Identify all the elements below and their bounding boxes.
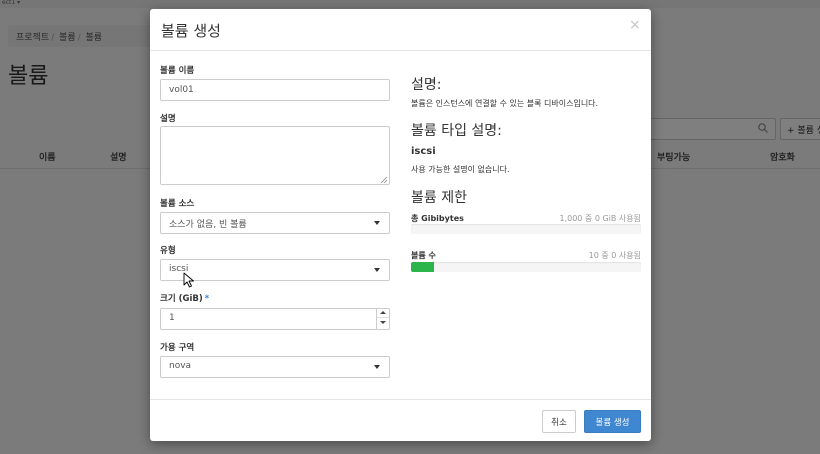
close-icon[interactable]: × [629,17,641,33]
volume-name-label: 볼륨 이름 [160,66,195,76]
availability-zone-value: nova [169,361,192,371]
size-label: 크기 (GiB) * [160,294,210,304]
caret-down-icon [374,221,380,225]
availability-zone-select[interactable]: nova [160,356,390,378]
size-stepper[interactable] [376,308,389,330]
description-heading: 설명: [411,77,442,93]
quota-volumes-label: 볼륨 수 [411,251,436,260]
create-volume-submit-button[interactable]: 볼륨 생성 [584,410,641,433]
dialog-title: 볼륨 생성 [161,22,221,40]
volume-source-value: 소스가 없음, 빈 볼륨 [169,220,247,230]
volume-type-description-text: 사용 가능한 설명이 없습니다. [411,165,510,174]
size-value: 1 [169,313,175,323]
caret-down-icon [374,365,380,369]
increment-icon[interactable] [377,308,389,318]
mouse-pointer-icon [183,272,194,288]
caret-down-icon [374,268,380,272]
volume-limits-heading: 볼륨 제한 [411,190,467,206]
volume-type-description-heading: 볼륨 타입 설명: [411,123,502,139]
quota-gibibytes-usage: 1,000 중 0 GiB 사용됨 [559,214,641,223]
create-volume-dialog: 볼륨 생성 × 볼륨 이름 설명 볼륨 소스 소스가 없음, 빈 볼륨 유형 i… [150,9,651,441]
volume-source-select[interactable]: 소스가 없음, 빈 볼륨 [160,212,390,234]
volume-source-label: 볼륨 소스 [160,199,195,209]
volume-type-label: 유형 [160,246,176,256]
decrement-icon[interactable] [377,318,389,328]
size-input[interactable]: 1 [160,308,390,330]
quota-volumes-fill [411,262,434,272]
dialog-header: 볼륨 생성 × [150,9,651,51]
cancel-button[interactable]: 취소 [542,410,576,433]
availability-zone-label: 가용 구역 [160,343,195,353]
resize-grip-icon[interactable] [380,176,388,184]
description-textarea[interactable] [160,126,390,185]
required-star: * [204,294,210,304]
volume-type-name: iscsi [411,146,436,157]
description-text: 볼륨은 인스턴스에 연결할 수 있는 블록 디바이스입니다. [411,99,599,108]
description-label: 설명 [160,114,176,124]
quota-gibibytes-bar [411,224,641,234]
quota-volumes-bar [411,262,641,272]
quota-volumes-usage: 10 중 0 사용됨 [588,251,641,260]
volume-name-input[interactable] [160,79,390,101]
quota-gibibytes-label: 총 Gibibytes [411,214,464,223]
